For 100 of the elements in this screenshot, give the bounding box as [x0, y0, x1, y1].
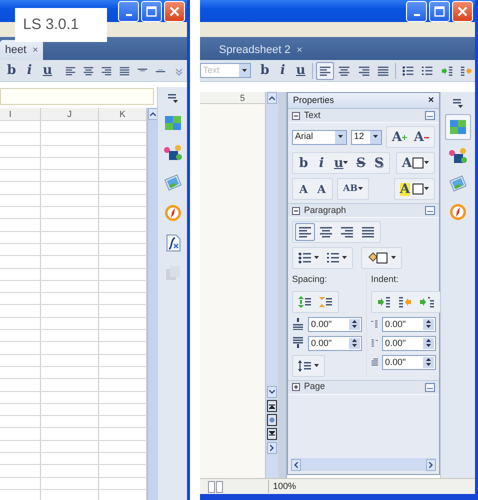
section-title: Text — [304, 108, 322, 122]
tab-close-button[interactable]: × — [32, 42, 38, 58]
first-line-indent-icon — [371, 356, 378, 368]
document-tab[interactable]: heet × — [0, 40, 44, 60]
align-center-icon — [319, 226, 333, 238]
font-color-button[interactable]: A — [398, 154, 432, 172]
subscript-button[interactable]: A — [313, 180, 330, 198]
justify-icon — [361, 226, 375, 238]
shrink-button[interactable]: A — [410, 128, 432, 146]
paint-bucket-icon — [367, 251, 389, 265]
scroll-up-button[interactable] — [148, 108, 158, 120]
numbered-list-icon — [421, 64, 434, 76]
spin-arrows-icon — [426, 320, 431, 328]
font-dropdown[interactable]: Arial — [292, 130, 348, 144]
maximize-icon — [146, 6, 157, 16]
size-dropdown[interactable]: 12 — [351, 130, 382, 144]
align-left-button[interactable] — [295, 223, 315, 241]
superscript-button[interactable]: A — [295, 180, 312, 198]
justify-icon — [376, 64, 390, 76]
italic-button[interactable]: i — [21, 62, 38, 80]
scroll-down-button[interactable] — [267, 386, 277, 398]
spin-arrows-icon — [352, 339, 357, 347]
bold-button[interactable]: b — [3, 62, 20, 80]
scroll-left-button[interactable] — [291, 458, 301, 470]
spacing-above-icon — [292, 318, 304, 330]
tab-close-button[interactable]: × — [296, 42, 302, 58]
expand-toggle-button[interactable] — [292, 206, 300, 214]
expand-toggle-button[interactable] — [292, 383, 300, 391]
spin-button[interactable] — [423, 318, 434, 330]
italic-button[interactable]: i — [313, 154, 330, 172]
bullet-list-icon — [298, 252, 312, 264]
align-left-icon — [319, 64, 332, 76]
navigator-button[interactable] — [267, 414, 277, 426]
column-header[interactable]: I — [0, 108, 41, 120]
spin-button[interactable] — [423, 338, 434, 348]
spin-button[interactable] — [349, 338, 360, 348]
page-view-icon — [208, 480, 224, 492]
align-left-button[interactable] — [316, 62, 334, 80]
align-left-icon — [298, 226, 312, 238]
expand-toggle-button[interactable] — [292, 112, 300, 120]
vertical-scrollbar[interactable] — [147, 108, 157, 500]
picture-icon — [162, 173, 182, 193]
bold-button[interactable]: b — [256, 62, 274, 80]
cube-icon — [162, 113, 182, 133]
spin-arrows-icon — [426, 358, 431, 366]
close-button[interactable] — [452, 0, 473, 22]
indent-after-icon — [371, 337, 378, 349]
previous-page-button[interactable] — [267, 400, 277, 412]
formula-input-field[interactable] — [0, 88, 154, 105]
bold-button[interactable]: b — [295, 154, 312, 172]
numbered-list-icon — [326, 252, 340, 264]
panel-menu-icon — [452, 98, 464, 108]
column-header[interactable]: J — [41, 108, 99, 120]
next-page-button[interactable] — [267, 428, 277, 440]
shadow-button[interactable]: S — [370, 154, 388, 172]
spin-button[interactable] — [423, 356, 434, 368]
section-label: Spacing: — [292, 273, 328, 286]
ruler: 5 — [200, 92, 265, 104]
italic-button[interactable]: i — [274, 62, 292, 80]
align-center-icon — [338, 64, 351, 76]
close-icon — [169, 6, 180, 16]
indent-decrease-icon — [398, 296, 412, 308]
panel-menu-button[interactable] — [450, 96, 466, 110]
minimize-button[interactable] — [406, 0, 427, 22]
underline-button[interactable]: u — [292, 62, 310, 80]
minimize-button[interactable] — [118, 0, 139, 22]
panel-close-button[interactable]: × — [428, 93, 434, 108]
zoom-level[interactable]: 100% — [268, 480, 300, 494]
dropdown-arrow-button[interactable] — [239, 64, 250, 77]
spacing-button[interactable]: AB — [340, 180, 366, 198]
underline-button[interactable]: u — [39, 62, 56, 80]
people-icon — [448, 146, 468, 166]
collapse-icon — [292, 112, 300, 120]
compass-icon — [162, 203, 182, 223]
strike-button[interactable]: S — [352, 154, 370, 172]
vertical-scrollbar[interactable] — [265, 92, 278, 478]
tab-label[interactable]: heet — [5, 42, 26, 58]
picture-icon — [448, 174, 468, 194]
indent-increase-icon — [377, 296, 391, 308]
color-swatch-icon — [412, 157, 424, 169]
section-options-button[interactable] — [425, 206, 435, 215]
maximize-button[interactable] — [141, 0, 162, 22]
expand-icon — [292, 383, 300, 391]
caret-icon — [372, 135, 378, 139]
scroll-right-button[interactable] — [426, 458, 436, 470]
section-options-button[interactable] — [425, 111, 435, 120]
spin-button[interactable] — [349, 318, 360, 330]
maximize-button[interactable] — [429, 0, 450, 22]
grow-button[interactable]: A — [388, 128, 410, 146]
close-button[interactable] — [164, 0, 185, 22]
people-icon — [162, 143, 182, 163]
scroll-right-button[interactable] — [267, 442, 277, 454]
tab-label[interactable]: Spreadsheet 2 — [219, 42, 291, 58]
section-options-button[interactable] — [425, 382, 435, 392]
underline-button[interactable]: u — [331, 154, 352, 172]
section-label: Indent: — [371, 273, 400, 286]
horizontal-scrollbar[interactable] — [291, 458, 436, 471]
plus-icon — [402, 134, 407, 140]
scroll-up-button[interactable] — [267, 92, 277, 104]
version-label: LS 3.0.1 — [15, 8, 107, 42]
